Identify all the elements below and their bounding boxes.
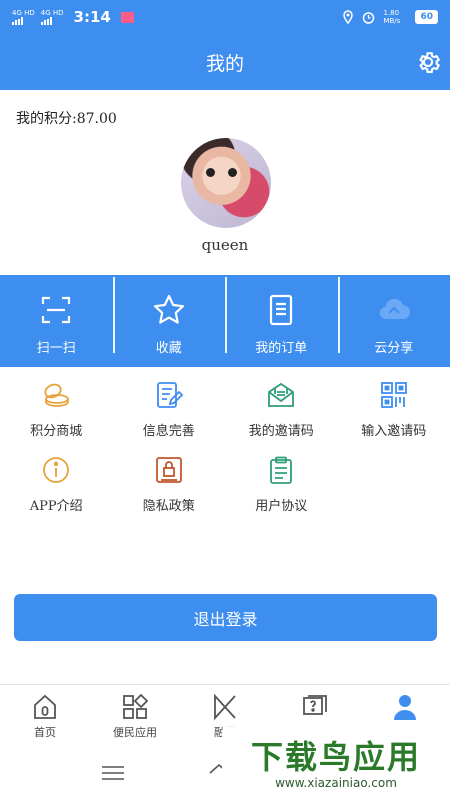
privacy-policy-item[interactable]: 隐私政策 (113, 455, 226, 514)
enter-invite-code-item[interactable]: 输入邀请码 (338, 380, 450, 439)
my-invite-code-label: 我的邀请码 (248, 424, 314, 439)
quick-actions: 扫一扫 收藏 我的订单 云分享 (0, 275, 450, 367)
star-icon (153, 294, 184, 324)
net1-label: 4G HD (12, 9, 35, 17)
points-mall-label: 积分商城 (30, 424, 83, 439)
info-complete-item[interactable]: 信息完善 (113, 380, 226, 439)
tab-apps-label: 便民应用 (113, 726, 157, 739)
user-icon (394, 695, 416, 720)
cloud-share-button[interactable]: 云分享 (337, 275, 450, 367)
cloud-icon (379, 298, 410, 320)
header: 我的 (0, 34, 450, 90)
info-icon (43, 457, 70, 483)
logout-button[interactable]: 退出登录 (14, 594, 437, 641)
help-icon (303, 695, 327, 715)
enter-invite-code-label: 输入邀请码 (361, 424, 427, 439)
info-complete-label: 信息完善 (142, 424, 195, 439)
cloud-share-label: 云分享 (374, 341, 414, 356)
watermark-title: 下载鸟应用 (250, 737, 421, 776)
net-speed: 1.80 MB/s (383, 9, 401, 25)
menu-icon[interactable] (102, 766, 124, 780)
avatar[interactable] (181, 138, 271, 228)
orders-label: 我的订单 (255, 341, 308, 356)
mail-icon (268, 382, 295, 407)
signal-1: 4G HD (12, 9, 35, 25)
alarm-icon (363, 11, 375, 24)
location-icon (343, 10, 354, 24)
media-icon (214, 693, 236, 721)
watermark-url: www.xiazainiao.com (275, 775, 397, 790)
username: queen (201, 236, 249, 254)
points-label: 我的积分:87.00 (16, 111, 117, 127)
tab-home[interactable]: 首页 (0, 685, 90, 742)
document-icon (270, 294, 293, 326)
privacy-policy-label: 隐私政策 (142, 499, 195, 514)
clipboard-icon (270, 456, 293, 484)
coins-icon (44, 383, 70, 407)
app-intro-label: APP介绍 (29, 499, 83, 514)
lock-document-icon (155, 457, 182, 483)
battery-icon: 60 (415, 10, 438, 24)
user-agreement-label: 用户协议 (255, 499, 308, 514)
scan-label: 扫一扫 (36, 341, 76, 356)
my-invite-code-item[interactable]: 我的邀请码 (225, 380, 338, 439)
clock: 3:14 (73, 8, 111, 26)
tab-apps[interactable]: 便民应用 (90, 685, 180, 742)
scan-button[interactable]: 扫一扫 (0, 275, 113, 367)
points-mall-item[interactable]: 积分商城 (0, 380, 113, 439)
watermark: 下载鸟应用 www.xiazainiao.com (222, 727, 450, 800)
favorites-button[interactable]: 收藏 (112, 275, 226, 367)
function-grid: 积分商城 信息完善 我的邀请码 输入邀请码 APP介绍 隐私政策 用户协议 (0, 380, 450, 514)
orders-button[interactable]: 我的订单 (225, 275, 338, 367)
app-intro-item[interactable]: APP介绍 (0, 455, 113, 514)
favorites-label: 收藏 (155, 341, 182, 356)
apps-icon (123, 693, 149, 719)
status-bar: 4G HD 4G HD 3:14 1.80 MB/s 60 (0, 0, 450, 34)
page-title: 我的 (205, 52, 244, 75)
home-tab-icon (34, 694, 56, 719)
notification-icon (120, 11, 134, 23)
tab-home-label: 首页 (34, 726, 56, 739)
net2-label: 4G HD (40, 9, 64, 17)
gear-icon[interactable] (414, 48, 442, 76)
qrcode-icon (380, 382, 407, 408)
signal-2: 4G HD (40, 9, 64, 25)
scan-icon (42, 296, 71, 324)
user-agreement-item[interactable]: 用户协议 (225, 455, 338, 514)
edit-document-icon (156, 382, 184, 408)
